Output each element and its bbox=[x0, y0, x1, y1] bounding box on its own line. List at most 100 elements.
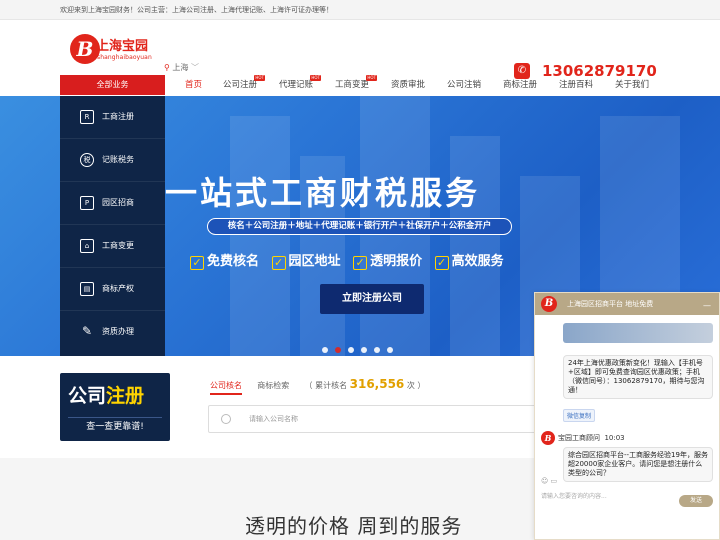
city-label: 上海 bbox=[172, 63, 189, 72]
name-check-count: （ 累计核名 316,556 次 ） bbox=[304, 377, 426, 391]
carousel-dots bbox=[322, 338, 400, 357]
agent-time: 10:03 bbox=[604, 434, 625, 442]
nav-label: 工商变更 bbox=[335, 80, 370, 90]
minimize-icon[interactable]: — bbox=[703, 295, 713, 310]
logo-subtitle: shanghaibaoyuan bbox=[97, 54, 152, 61]
logo-title: 上海宝园 bbox=[96, 39, 149, 54]
sidebar-item-change[interactable]: ⌂ 工商变更 bbox=[60, 225, 165, 268]
main-nav: 全部业务 首页 公司注册 HOT 代理记账 HOT 工商变更 HOT 资质审批 公司注… bbox=[0, 75, 720, 95]
chat-input[interactable]: 请输入您要咨询的内容... bbox=[541, 491, 607, 500]
active-tab-underline bbox=[210, 393, 242, 395]
feature-label: 高效服务 bbox=[451, 254, 504, 269]
chat-message: 24年上海优惠政策新变化！现输入【手机号+区域】即可免费查询园区优惠政策；手机（… bbox=[563, 355, 713, 399]
carousel-dot[interactable] bbox=[361, 347, 367, 353]
sidebar-item-tax[interactable]: 税记账税务 bbox=[60, 139, 165, 182]
section-slogan: 透明的价格 周到的服务 bbox=[245, 514, 463, 538]
nav-item-home[interactable]: 首页 bbox=[185, 75, 202, 95]
park-icon: P bbox=[80, 196, 94, 210]
check-icon: ✓ bbox=[271, 256, 286, 270]
chat-title: 上海园区招商平台 地址免费 bbox=[567, 300, 654, 308]
chat-toolbar[interactable]: ☺ ▭ bbox=[541, 477, 557, 485]
feature-item: ✓ 免费核名 bbox=[190, 250, 259, 270]
document-icon: ▤ bbox=[80, 282, 94, 296]
sidebar-item-label: 工商注册 bbox=[102, 112, 134, 121]
carousel-dot[interactable] bbox=[374, 347, 380, 353]
chat-logo-icon: B bbox=[541, 296, 557, 312]
sidebar-item-label: 园区招商 bbox=[102, 198, 134, 207]
chat-messages: 24年上海优惠政策新变化！现输入【手机号+区域】即可免费查询园区优惠政策；手机（… bbox=[535, 315, 719, 482]
hot-badge: HOT bbox=[254, 75, 266, 81]
count-prefix: （ 累计核名 bbox=[304, 381, 348, 390]
registration-icon: R bbox=[80, 110, 94, 124]
send-button[interactable]: 发送 bbox=[679, 495, 713, 507]
search-input[interactable]: 请输入公司名称 bbox=[249, 414, 298, 424]
sidebar-item-label: 商标产权 bbox=[102, 284, 134, 293]
sidebar-item-label: 记账税务 bbox=[102, 155, 134, 164]
nav-item-business-change[interactable]: 工商变更 HOT bbox=[335, 75, 378, 95]
feature-item: ✓ 高效服务 bbox=[434, 250, 504, 270]
sidebar-item-qualification[interactable]: ✎ 资质办理 bbox=[60, 311, 165, 354]
chevron-down-icon: ﹀ bbox=[190, 63, 199, 72]
nav-item-encyclopedia[interactable]: 注册百科 bbox=[559, 75, 593, 95]
feature-list: ✓ 免费核名 ✓ 园区地址 ✓ 透明报价 ✓ 高效服务 bbox=[190, 250, 512, 270]
count-value: 316,556 bbox=[349, 377, 405, 391]
tab-company-name[interactable]: 公司核名 bbox=[210, 381, 242, 390]
hot-badge: HOT bbox=[366, 75, 378, 81]
check-icon: ✓ bbox=[434, 256, 449, 270]
nav-label: 注册百科 bbox=[559, 80, 594, 90]
sidebar-item-park[interactable]: P 园区招商 bbox=[60, 182, 165, 225]
feature-item: ✓ 透明报价 bbox=[353, 250, 422, 270]
nav-item-about[interactable]: 关于我们 bbox=[615, 75, 649, 95]
site-header: B 上海宝园 shanghaibaoyuan ⚲ 上海 ﹀ ✆ 13062879… bbox=[0, 20, 720, 80]
nav-label: 代理记账 bbox=[279, 80, 314, 90]
nav-label: 资质审批 bbox=[391, 80, 426, 90]
site-logo[interactable]: B 上海宝园 shanghaibaoyuan bbox=[70, 34, 162, 68]
top-welcome-bar: 欢迎来到上海宝园财务！公司主营：上海公司注册、上海代理记账、上海许可证办理等！ bbox=[0, 0, 720, 20]
carousel-dot[interactable] bbox=[348, 347, 354, 353]
welcome-text: 欢迎来到上海宝园财务！公司主营：上海公司注册、上海代理记账、上海许可证办理等！ bbox=[60, 6, 333, 14]
feature-label: 园区地址 bbox=[288, 254, 341, 269]
search-icon bbox=[221, 414, 231, 424]
tab-trademark-search[interactable]: 商标检索 bbox=[257, 381, 289, 390]
sidebar-item-label: 工商变更 bbox=[102, 241, 134, 250]
nav-item-bookkeeping[interactable]: 代理记账 HOT bbox=[279, 75, 322, 95]
carousel-dot[interactable] bbox=[322, 347, 328, 353]
card-title: 公司注册 bbox=[68, 381, 144, 408]
sidebar-item-business-registration[interactable]: R 工商注册 bbox=[60, 96, 165, 139]
nav-item-company-registration[interactable]: 公司注册 HOT bbox=[223, 75, 266, 95]
agent-avatar: B bbox=[541, 431, 555, 445]
company-registration-card[interactable]: 公司注册 查一查更靠谱! bbox=[60, 373, 170, 441]
pencil-icon: ✎ bbox=[81, 324, 93, 338]
carousel-dot[interactable] bbox=[387, 347, 393, 353]
hot-badge: HOT bbox=[310, 75, 322, 81]
check-icon: ✓ bbox=[190, 256, 204, 270]
chat-message: 综合园区招商平台--工商服务经验19年，服务超20000家企业客户。请问您是想注… bbox=[563, 447, 713, 482]
home-icon: ⌂ bbox=[80, 239, 94, 253]
nav-item-qualification[interactable]: 资质审批 bbox=[391, 75, 425, 95]
business-sidebar: R 工商注册 税记账税务 P 园区招商 ⌂ 工商变更 ▤ 商标产权 ✎ 资质办理 bbox=[60, 96, 165, 356]
card-title-a: 公司 bbox=[68, 385, 107, 407]
copy-wechat-button[interactable]: 微信复制 bbox=[563, 409, 596, 422]
register-now-button[interactable]: 立即注册公司 bbox=[320, 284, 424, 314]
nav-label: 首页 bbox=[185, 80, 203, 90]
chat-widget[interactable]: B 上海园区招商平台 地址免费 — 24年上海优惠政策新变化！现输入【手机号+区… bbox=[534, 292, 720, 540]
count-suffix: 次 ） bbox=[406, 381, 426, 390]
hero-title: 一站式工商财税服务 bbox=[165, 174, 481, 212]
chat-header: B 上海园区招商平台 地址免费 — bbox=[535, 293, 719, 315]
sidebar-item-trademark[interactable]: ▤ 商标产权 bbox=[60, 268, 165, 311]
carousel-dot-active[interactable] bbox=[335, 347, 341, 353]
company-name-search[interactable]: 请输入公司名称 bbox=[208, 405, 538, 433]
feature-item: ✓ 园区地址 bbox=[271, 250, 341, 270]
service-pill: 核名＋公司注册＋地址＋代理记账＋银行开户＋社保开户＋公积金开户 bbox=[207, 218, 512, 235]
nav-item-trademark[interactable]: 商标注册 bbox=[503, 75, 537, 95]
sidebar-item-label: 资质办理 bbox=[102, 327, 134, 336]
city-selector[interactable]: ⚲ 上海 ﹀ bbox=[164, 62, 199, 73]
chat-image bbox=[563, 323, 713, 343]
nav-item-deregistration[interactable]: 公司注销 bbox=[447, 75, 481, 95]
all-business-button[interactable]: 全部业务 bbox=[60, 75, 165, 95]
tax-icon: 税 bbox=[80, 153, 94, 167]
nav-label: 商标注册 bbox=[503, 80, 538, 90]
card-subtitle: 查一查更靠谱! bbox=[68, 417, 162, 433]
card-title-b: 注册 bbox=[106, 385, 145, 407]
check-icon: ✓ bbox=[353, 256, 368, 270]
